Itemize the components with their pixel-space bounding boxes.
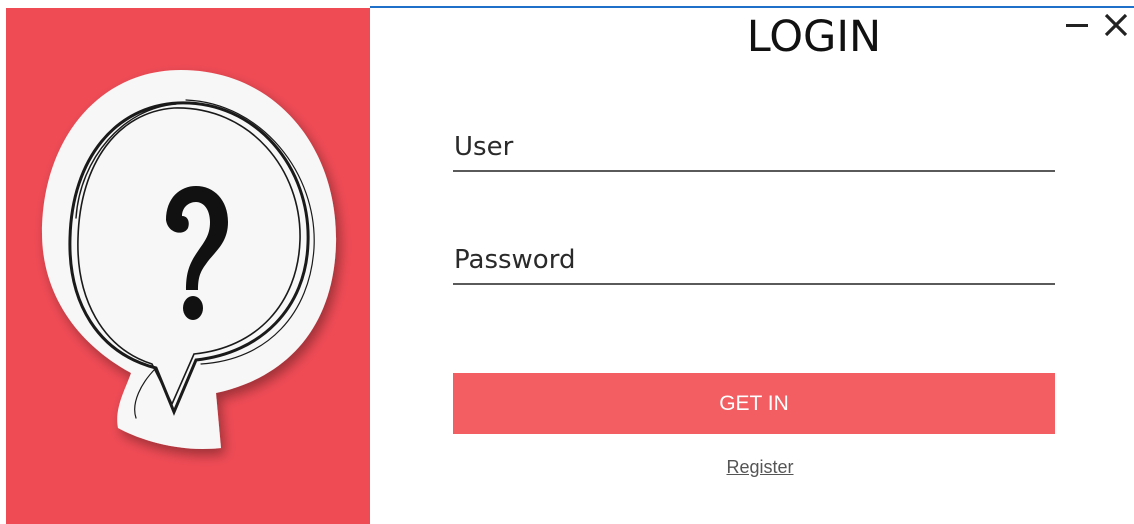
password-field <box>453 237 1055 285</box>
register-link[interactable]: Register <box>700 457 820 478</box>
user-input[interactable] <box>453 124 1055 170</box>
close-button[interactable] <box>1098 6 1132 40</box>
password-input[interactable] <box>453 237 1055 283</box>
login-window: LOGIN GET IN Register <box>0 0 1134 524</box>
close-icon <box>1104 13 1128 37</box>
window-border <box>370 6 1134 8</box>
get-in-button[interactable]: GET IN <box>453 373 1055 434</box>
user-field <box>453 124 1055 172</box>
minimize-button[interactable] <box>1060 6 1094 40</box>
page-title: LOGIN <box>746 12 882 62</box>
illustration-panel <box>6 8 370 524</box>
question-speech-bubble-icon <box>6 8 370 524</box>
